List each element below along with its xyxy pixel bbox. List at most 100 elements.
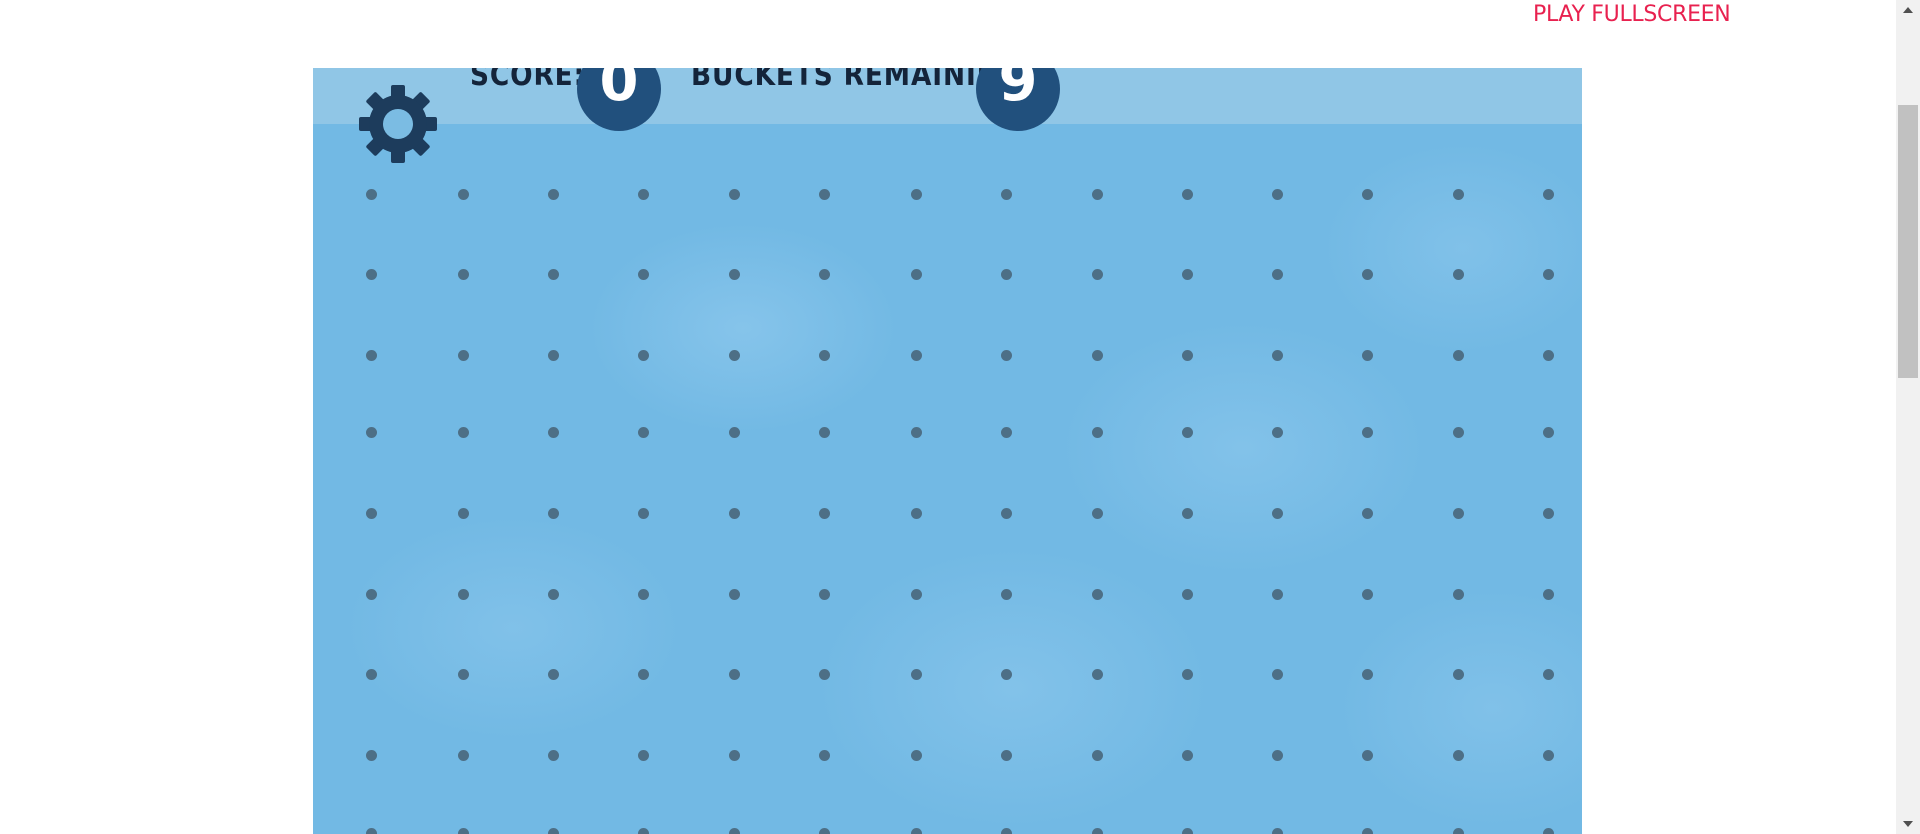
play-fullscreen-link[interactable]: PLAY FULLSCREEN (1533, 2, 1731, 27)
peg (819, 350, 830, 361)
peg (911, 589, 922, 600)
peg (638, 750, 649, 761)
peg (1001, 828, 1012, 834)
peg (1092, 508, 1103, 519)
peg (638, 508, 649, 519)
peg (911, 427, 922, 438)
peg (819, 269, 830, 280)
peg (1092, 350, 1103, 361)
peg (1182, 669, 1193, 680)
gear-icon[interactable] (357, 83, 439, 165)
peg (1453, 269, 1464, 280)
peg (366, 669, 377, 680)
peg (366, 508, 377, 519)
peg (638, 189, 649, 200)
peg (1362, 189, 1373, 200)
peg (729, 669, 740, 680)
peg (638, 350, 649, 361)
peg (1092, 427, 1103, 438)
peg (1453, 750, 1464, 761)
peg (458, 269, 469, 280)
peg (819, 750, 830, 761)
peg (638, 589, 649, 600)
peg (458, 427, 469, 438)
peg (1362, 589, 1373, 600)
peg (366, 828, 377, 834)
peg (1453, 828, 1464, 834)
peg (548, 350, 559, 361)
peg (548, 427, 559, 438)
scroll-down-arrow-icon[interactable] (1896, 814, 1920, 834)
peg (1272, 750, 1283, 761)
peg (1453, 508, 1464, 519)
peg (911, 828, 922, 834)
peg (458, 589, 469, 600)
peg (1362, 750, 1373, 761)
scroll-up-arrow-icon[interactable] (1896, 0, 1920, 20)
peg (911, 350, 922, 361)
peg (1272, 508, 1283, 519)
peg (1182, 189, 1193, 200)
peg (1182, 828, 1193, 834)
peg (366, 427, 377, 438)
scrollbar-thumb[interactable] (1898, 105, 1918, 378)
peg (548, 669, 559, 680)
peg (366, 269, 377, 280)
peg (729, 508, 740, 519)
peg (1272, 589, 1283, 600)
peg (1543, 669, 1554, 680)
peg (911, 189, 922, 200)
score-label: SCORE: (470, 68, 586, 93)
peg (729, 750, 740, 761)
peg (548, 189, 559, 200)
game-canvas[interactable]: SCORE: 0 BUCKETS REMAINING: 9 (313, 68, 1582, 834)
peg (1543, 828, 1554, 834)
peg (548, 269, 559, 280)
peg (1182, 589, 1193, 600)
peg (819, 589, 830, 600)
peg (1272, 189, 1283, 200)
peg (729, 189, 740, 200)
peg (1182, 427, 1193, 438)
peg (1001, 189, 1012, 200)
peg (1001, 269, 1012, 280)
peg (1001, 669, 1012, 680)
peg (1182, 750, 1193, 761)
peg (1272, 350, 1283, 361)
peg (1092, 669, 1103, 680)
peg (819, 508, 830, 519)
peg (458, 350, 469, 361)
peg (911, 669, 922, 680)
peg (1001, 427, 1012, 438)
peg (1182, 350, 1193, 361)
peg (819, 427, 830, 438)
peg (729, 828, 740, 834)
peg (1362, 828, 1373, 834)
peg (1092, 589, 1103, 600)
peg (729, 589, 740, 600)
peg (1362, 508, 1373, 519)
peg (1182, 508, 1193, 519)
peg (1453, 189, 1464, 200)
peg (911, 750, 922, 761)
peg (1092, 189, 1103, 200)
peg (1543, 350, 1554, 361)
peg (1272, 828, 1283, 834)
peg (1272, 669, 1283, 680)
vertical-scrollbar[interactable] (1896, 0, 1920, 834)
peg (1092, 750, 1103, 761)
peg (1543, 269, 1554, 280)
peg (638, 427, 649, 438)
peg (1543, 427, 1554, 438)
peg (548, 589, 559, 600)
peg (1543, 508, 1554, 519)
peg (366, 750, 377, 761)
peg (1001, 750, 1012, 761)
peg (911, 269, 922, 280)
peg (1453, 669, 1464, 680)
peg (548, 508, 559, 519)
peg (1362, 350, 1373, 361)
peg (729, 427, 740, 438)
peg (638, 828, 649, 834)
score-value: 0 (577, 68, 661, 131)
